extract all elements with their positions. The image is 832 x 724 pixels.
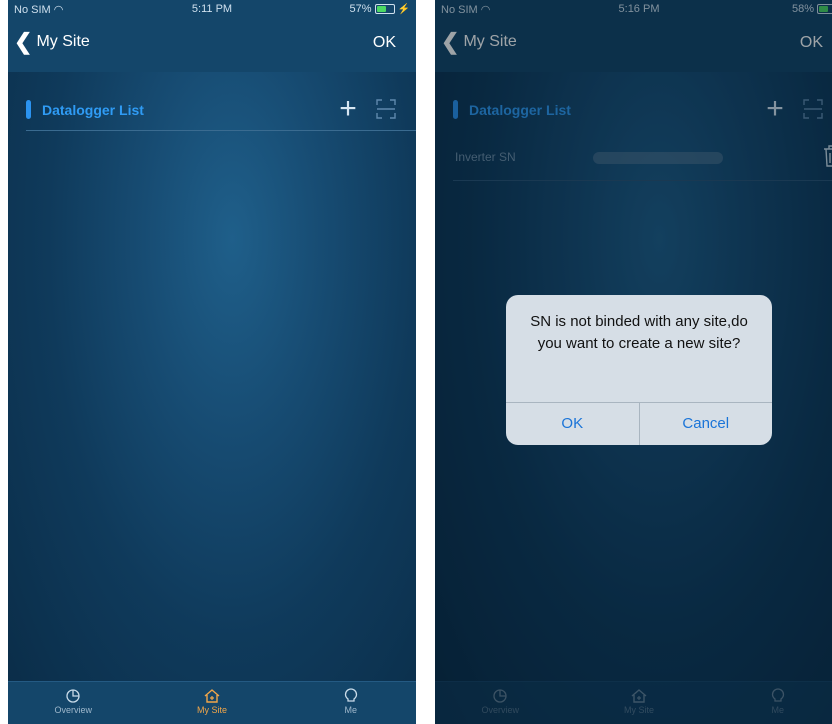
- tab-bar: Overview My Site Me: [8, 681, 416, 724]
- section-accent-bar: [26, 100, 31, 119]
- dialog-buttons: OK Cancel: [506, 402, 772, 445]
- chevron-left-icon: ❮: [14, 29, 33, 54]
- bulb-icon: [344, 688, 357, 702]
- section-divider: [26, 130, 416, 131]
- dialog-ok-button[interactable]: OK: [506, 403, 639, 445]
- section-header: Datalogger List +: [26, 94, 398, 132]
- phone-screen-left: No SIM ◠ 5:11 PM 57% ⚡ ❮ My Site OK Data…: [8, 0, 416, 724]
- charging-icon: ⚡: [397, 3, 410, 15]
- add-datalogger-button[interactable]: +: [334, 94, 362, 124]
- dialog-message: SN is not binded with any site,do you wa…: [530, 313, 748, 352]
- phone-screen-right: No SIM ◠ 5:16 PM 58% ❮ My Site OK Datalo…: [435, 0, 832, 724]
- battery-status: 57% ⚡: [350, 3, 410, 15]
- nav-bar: ❮ My Site OK: [8, 18, 416, 72]
- home-icon: [204, 689, 220, 703]
- scan-icon[interactable]: [376, 99, 396, 119]
- battery-icon: [374, 4, 395, 14]
- tab-me-label: Me: [344, 705, 357, 715]
- back-label: My Site: [36, 33, 90, 50]
- tab-overview-label: Overview: [54, 705, 93, 715]
- alert-dialog: SN is not binded with any site,do you wa…: [506, 295, 772, 445]
- dialog-cancel-button[interactable]: Cancel: [638, 403, 773, 445]
- battery-percent: 57%: [349, 3, 372, 15]
- plus-icon: +: [339, 92, 357, 125]
- pie-chart-icon: [66, 689, 80, 703]
- tab-my-site[interactable]: My Site: [182, 688, 242, 715]
- status-bar: No SIM ◠ 5:11 PM 57% ⚡: [8, 0, 416, 18]
- section-title: Datalogger List: [42, 102, 144, 118]
- ok-button[interactable]: OK: [373, 34, 396, 52]
- back-button[interactable]: ❮ My Site: [14, 29, 90, 54]
- tab-my-site-label: My Site: [196, 705, 227, 715]
- tab-overview[interactable]: Overview: [43, 688, 103, 715]
- tab-me[interactable]: Me: [321, 688, 381, 715]
